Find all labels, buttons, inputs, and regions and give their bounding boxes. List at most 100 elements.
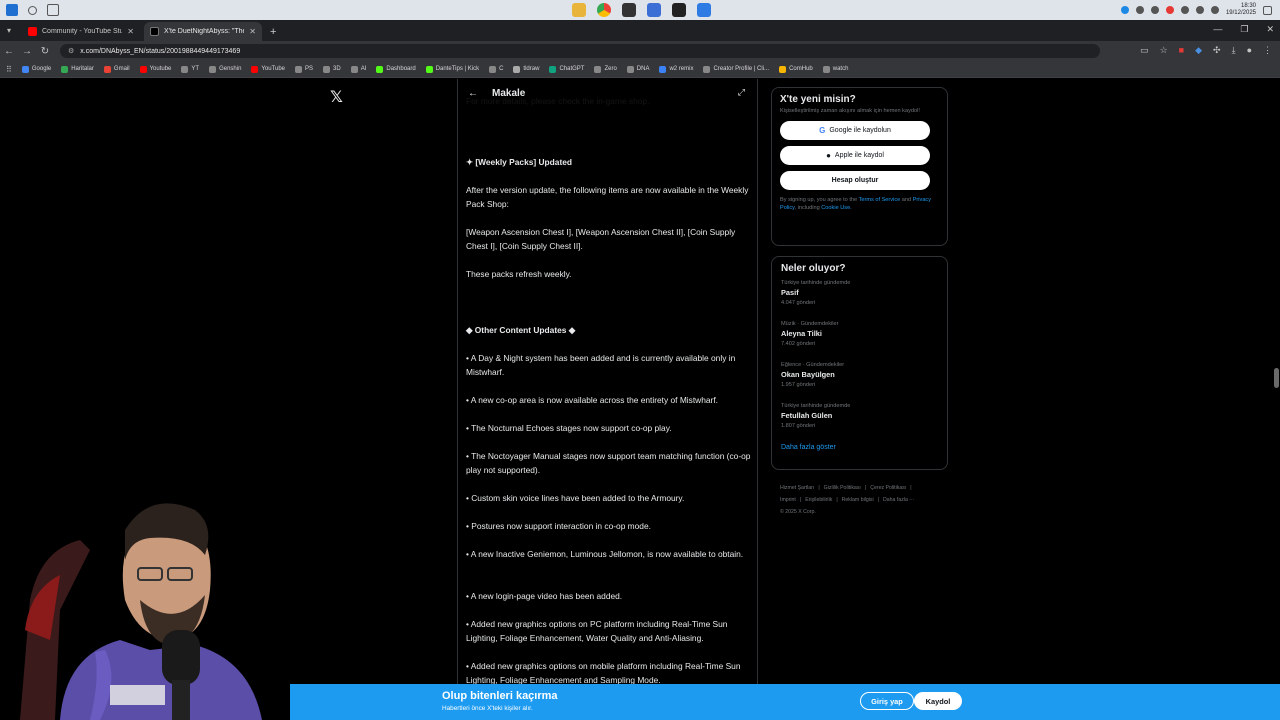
tab-x-post[interactable]: X'te DuetNightAbyss: "The Wi ✕ <box>144 22 262 41</box>
minimize-icon[interactable]: — <box>1213 24 1222 35</box>
bookmark-item[interactable]: YouTube <box>251 65 285 73</box>
bookmark-item[interactable]: tldraw <box>513 65 539 73</box>
footer-link[interactable]: Hizmet Şartları <box>780 485 814 491</box>
bookmark-item[interactable]: Creator Profile | Cli... <box>703 65 769 73</box>
google-signup-button[interactable]: G Google ile kaydolun <box>780 121 930 140</box>
bookmark-icon <box>139 65 147 73</box>
trend-count: 1.807 gönderi <box>781 423 816 429</box>
volume-icon[interactable] <box>1210 6 1219 14</box>
maximize-icon[interactable]: ❐ <box>1240 24 1248 35</box>
signup-card: X'te yeni misin? Kişiselleştirilmiş zama… <box>771 87 948 246</box>
forward-icon[interactable]: → <box>18 46 36 57</box>
apps-grid-icon[interactable]: ⠿ <box>6 65 12 74</box>
download-icon[interactable]: ⤓ <box>1232 45 1236 56</box>
trend-item[interactable]: Müzik · Gündemdekiler Aleyna Tilki 7.402 g… <box>781 321 938 362</box>
footer-link[interactable]: Çerez Politikası <box>870 485 906 491</box>
clock-date: 19/12/2025 <box>1225 10 1256 16</box>
close-tab-icon[interactable]: ✕ <box>249 27 256 36</box>
bookmark-item[interactable]: w2 remix <box>659 65 693 73</box>
close-tab-icon[interactable]: ✕ <box>127 27 134 36</box>
site-info-icon[interactable]: ⚙ <box>68 47 74 55</box>
cast-icon[interactable]: ▭ <box>1140 45 1149 56</box>
bookmark-item[interactable]: Genshin <box>209 65 241 73</box>
extension-icon[interactable]: ■ <box>1179 45 1184 56</box>
footer-link[interactable]: Reklam bilgisi <box>842 497 874 503</box>
trend-context: Eğlence · Gündemdekiler <box>781 362 845 368</box>
footer-separator: | <box>818 485 820 491</box>
trend-item[interactable]: Türkiye tarihinde gündemde Pasif 4.047 gön… <box>781 280 938 321</box>
terms-link[interactable]: Terms of Service <box>859 197 901 203</box>
tab-search-icon[interactable]: ▾ <box>0 20 18 41</box>
tab-youtube-studio[interactable]: Community - YouTube Studio ✕ <box>22 22 140 41</box>
bookmark-item[interactable]: Haritalar <box>61 65 94 73</box>
close-window-icon[interactable]: ✕ <box>1266 24 1274 35</box>
signup-button[interactable]: Kaydol <box>914 692 962 710</box>
show-more-link[interactable]: Daha fazla göster <box>781 444 938 451</box>
bookmark-item[interactable]: Youtube <box>139 65 172 73</box>
app-icon[interactable] <box>622 3 636 17</box>
bookmark-item[interactable]: ComHub <box>779 65 813 73</box>
back-arrow-icon[interactable]: ← <box>468 88 478 99</box>
tray-icon[interactable] <box>1165 6 1174 14</box>
app-icon[interactable] <box>647 3 661 17</box>
tray-icon[interactable] <box>1135 6 1144 14</box>
bookmark-item[interactable]: 3D <box>323 65 341 73</box>
bookmark-item[interactable]: PS <box>295 65 313 73</box>
create-account-button[interactable]: Hesap oluştur <box>780 171 930 190</box>
chrome-icon[interactable] <box>597 3 611 17</box>
menu-icon[interactable]: ⋮ <box>1263 45 1272 56</box>
app-icon[interactable] <box>697 3 711 17</box>
extension-icon[interactable]: ◆ <box>1195 45 1202 56</box>
reload-icon[interactable]: ↻ <box>36 46 54 57</box>
footer-link[interactable]: Gizlilik Politikası <box>824 485 861 491</box>
tray-icon[interactable] <box>1150 6 1159 14</box>
app-icon[interactable] <box>672 3 686 17</box>
page-scrollbar[interactable] <box>1272 79 1280 720</box>
new-tab-button[interactable]: + <box>270 26 276 38</box>
bookmark-item[interactable]: AI <box>350 65 366 73</box>
bookmark-item[interactable]: Zero <box>594 65 617 73</box>
tray-icon[interactable] <box>1180 6 1189 14</box>
back-icon[interactable]: ← <box>0 46 18 57</box>
notification-icon[interactable] <box>1263 5 1272 15</box>
footer-link[interactable]: Imprint <box>780 497 796 503</box>
bookmark-label: Google <box>31 66 52 72</box>
url-input[interactable]: ⚙ x.com/DNAbyss_EN/status/20019884494491… <box>60 44 1100 58</box>
x-favicon-icon <box>150 27 159 36</box>
address-bar-row: ← → ↻ ⚙ x.com/DNAbyss_EN/status/20019884… <box>0 41 1280 61</box>
x-logo-icon[interactable]: 𝕏 <box>330 87 343 106</box>
trend-item[interactable]: Türkiye tarihinde gündemde Fetullah Gülen… <box>781 403 938 444</box>
cookie-link[interactable]: Cookie Use. <box>821 205 851 211</box>
bookmark-item[interactable]: YT <box>181 65 199 73</box>
bookmark-item[interactable]: ChatGPT <box>549 65 585 73</box>
bookmark-item[interactable]: Gmail <box>103 65 130 73</box>
footer-link[interactable]: Daha fazla ··· <box>883 497 914 503</box>
bookmark-label: Zero <box>604 66 617 72</box>
task-view-icon[interactable] <box>47 4 59 16</box>
bookmark-star-icon[interactable]: ☆ <box>1160 45 1168 56</box>
extensions-puzzle-icon[interactable]: ✣ <box>1213 45 1221 56</box>
bookmark-item[interactable]: Google <box>21 65 52 73</box>
bookmark-item[interactable]: DanteTips | Kick <box>425 65 479 73</box>
start-icon[interactable] <box>6 4 18 16</box>
system-clock[interactable]: 18:30 19/12/2025 <box>1226 3 1256 17</box>
profile-icon[interactable]: ● <box>1247 45 1252 56</box>
bookmark-item[interactable]: C <box>489 65 503 73</box>
bookmark-item[interactable]: watch <box>822 65 848 73</box>
bookmark-item[interactable]: Dashboard <box>376 65 416 73</box>
expand-icon[interactable]: ⤢ <box>738 87 745 98</box>
bookmark-label: ChatGPT <box>559 66 585 72</box>
footer-link[interactable]: Erişilebilirlik <box>805 497 832 503</box>
login-button[interactable]: Giriş yap <box>860 692 914 710</box>
file-explorer-icon[interactable] <box>572 3 586 17</box>
bookmark-label: Youtube <box>149 66 172 72</box>
tray-icon[interactable] <box>1120 6 1129 14</box>
apple-signup-button[interactable]: ● Apple ile kaydol <box>780 146 930 165</box>
wifi-icon[interactable] <box>1195 6 1204 14</box>
trend-name: Fetullah Gülen <box>781 411 833 420</box>
scrollbar-thumb[interactable] <box>1274 368 1279 388</box>
footer-separator: | <box>910 485 912 491</box>
trend-item[interactable]: Eğlence · Gündemdekiler Okan Bayülgen 1.95… <box>781 362 938 403</box>
bookmark-item[interactable]: DNA <box>626 65 649 73</box>
search-icon[interactable] <box>28 5 37 15</box>
